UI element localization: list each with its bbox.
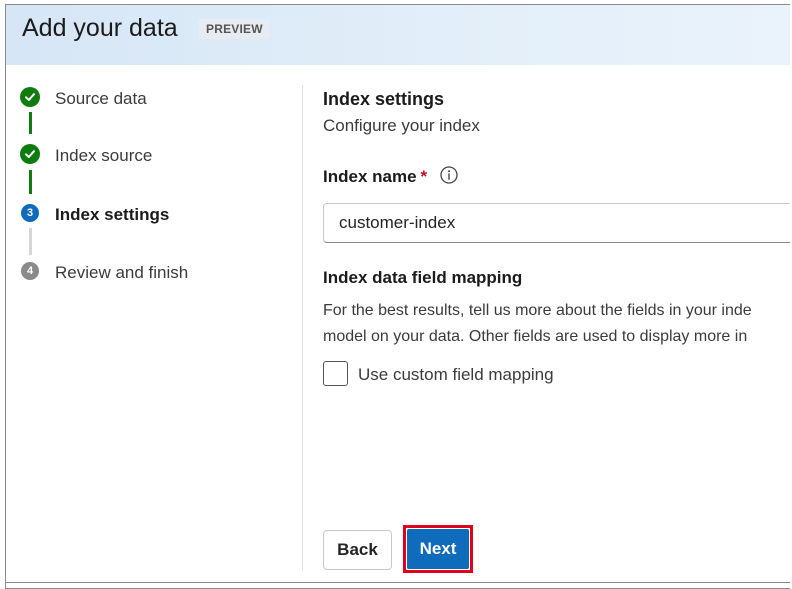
- divider: [302, 85, 303, 570]
- dialog-title: Add your data: [22, 14, 178, 42]
- step-source-data[interactable]: Source data: [55, 89, 147, 109]
- index-name-label-text: Index name: [323, 167, 417, 186]
- next-button[interactable]: Next: [407, 529, 469, 569]
- step-number-icon: 4: [21, 262, 39, 280]
- step-review-and-finish[interactable]: Review and finish: [55, 263, 188, 283]
- step-complete-icon: [20, 144, 40, 164]
- index-name-input[interactable]: [323, 203, 790, 243]
- field-mapping-description: For the best results, tell us more about…: [323, 298, 790, 350]
- preview-badge: PREVIEW: [199, 19, 270, 39]
- custom-field-mapping-checkbox[interactable]: [323, 361, 348, 386]
- step-number-icon: 3: [21, 204, 39, 222]
- section-title: Index settings: [323, 89, 445, 109]
- field-mapping-description-line: model on your data. Other fields are use…: [323, 328, 748, 345]
- field-mapping-title: Index data field mapping: [323, 268, 523, 287]
- back-button[interactable]: Back: [323, 530, 392, 570]
- section-subtitle: Configure your index: [323, 116, 480, 135]
- step-complete-icon: [20, 87, 40, 107]
- add-data-dialog: Add your data PREVIEW Source data Index …: [5, 4, 790, 589]
- index-name-label: Index name *: [323, 167, 427, 187]
- step-connector: [29, 112, 32, 134]
- step-connector: [29, 170, 32, 194]
- custom-field-mapping-label[interactable]: Use custom field mapping: [358, 365, 554, 385]
- dialog-header: Add your data PREVIEW: [6, 5, 790, 65]
- step-index-source[interactable]: Index source: [55, 146, 152, 166]
- info-icon[interactable]: [439, 165, 459, 185]
- field-mapping-description-line: For the best results, tell us more about…: [323, 302, 752, 319]
- step-connector: [29, 228, 32, 255]
- step-index-settings[interactable]: Index settings: [55, 205, 169, 225]
- required-mark: *: [420, 167, 428, 186]
- footer-divider: [6, 582, 790, 583]
